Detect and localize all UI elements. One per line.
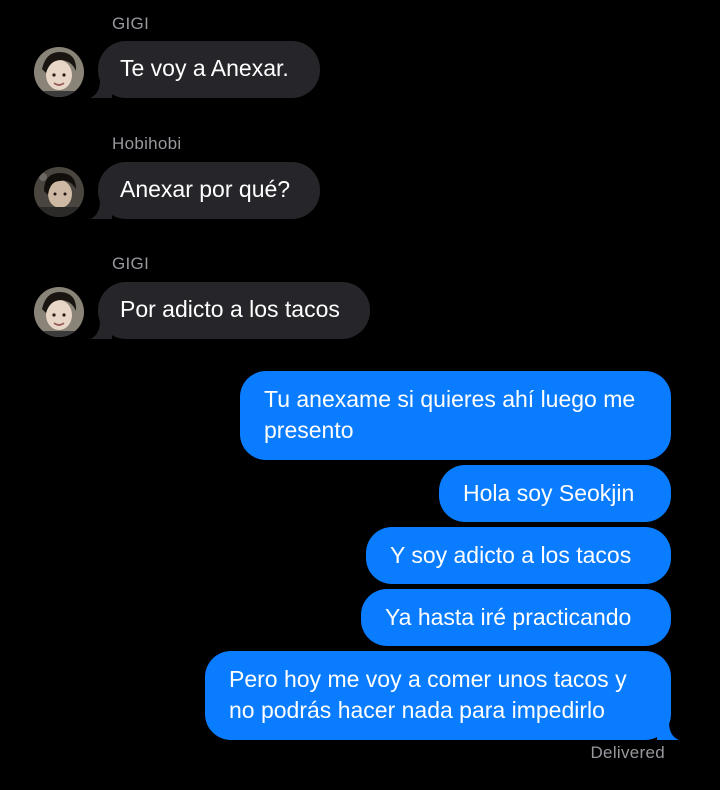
- message-text: Te voy a Anexar.: [120, 55, 289, 81]
- bubble-tail-icon: [90, 76, 112, 98]
- outgoing-message-bubble[interactable]: Pero hoy me voy a comer unos tacos y no …: [205, 651, 679, 740]
- profile-photo-icon[interactable]: [34, 47, 84, 97]
- bubble-tail-icon: [90, 317, 112, 339]
- incoming-message-bubble[interactable]: Anexar por qué?: [90, 162, 320, 219]
- bubble-tail-icon: [90, 197, 112, 219]
- message-text: Ya hasta iré practicando: [385, 604, 632, 630]
- message-text: Anexar por qué?: [120, 176, 291, 202]
- incoming-message-bubble[interactable]: Te voy a Anexar.: [90, 41, 320, 98]
- message-thread: GIGI Te voy a Anexar. Hobihobi Anexar po…: [0, 0, 720, 790]
- sender-name: GIGI: [112, 254, 150, 273]
- incoming-message-bubble[interactable]: Por adicto a los tacos: [90, 282, 370, 339]
- outgoing-message-bubble[interactable]: Tu anexame si quieres ahí luego me prese…: [240, 371, 671, 460]
- profile-photo-icon[interactable]: [34, 287, 84, 337]
- outgoing-message-bubble[interactable]: Hola soy Seokjin: [439, 465, 671, 522]
- message-text: Por adicto a los tacos: [120, 296, 340, 322]
- message-text: Hola soy Seokjin: [463, 480, 635, 506]
- bubble-tail-icon: [657, 718, 679, 740]
- outgoing-message-bubble[interactable]: Ya hasta iré practicando: [361, 589, 671, 646]
- message-text: Tu anexame si quieres ahí luego me prese…: [264, 386, 636, 443]
- message-text: Pero hoy me voy a comer unos tacos y no …: [229, 666, 627, 723]
- sender-name: GIGI: [112, 14, 150, 33]
- message-text: Y soy adicto a los tacos: [390, 542, 632, 568]
- sender-name: Hobihobi: [112, 134, 182, 153]
- delivery-status: Delivered: [590, 743, 665, 762]
- outgoing-message-bubble[interactable]: Y soy adicto a los tacos: [366, 527, 671, 584]
- profile-photo-icon[interactable]: [34, 167, 84, 217]
